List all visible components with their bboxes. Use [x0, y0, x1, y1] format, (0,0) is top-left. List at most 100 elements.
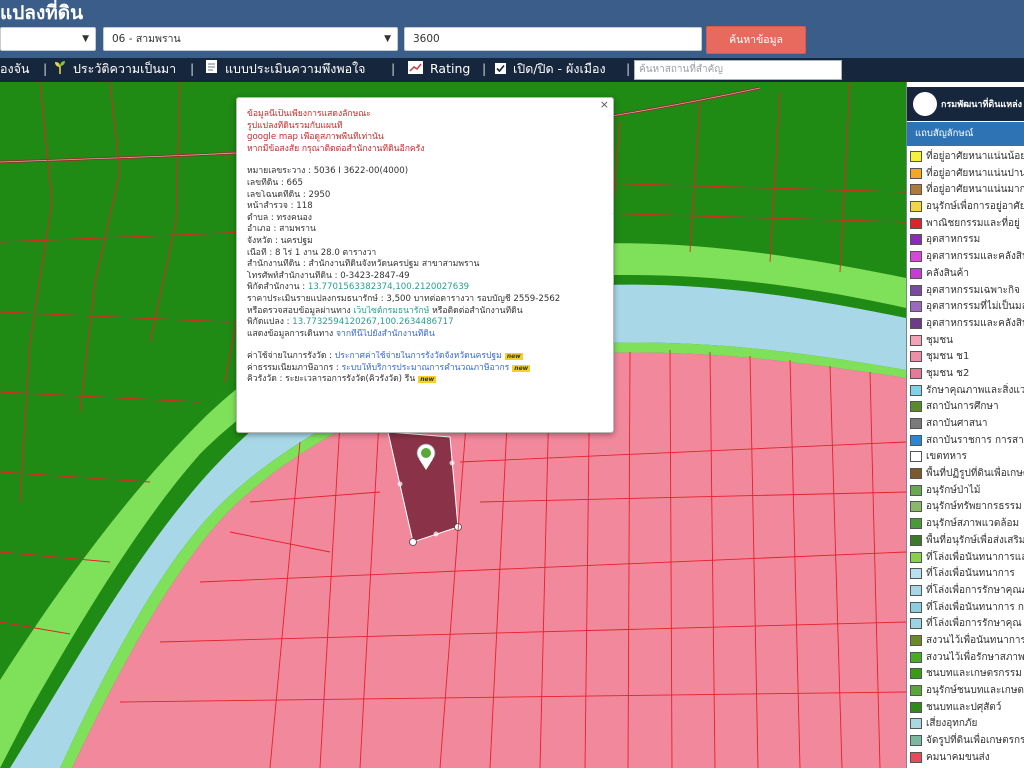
- survey-fee-link[interactable]: ประกาศค่าใช้จ่ายในการรังวัดจังหวัดนครปฐม: [335, 351, 502, 361]
- legend-swatch: [910, 484, 922, 496]
- new-badge: new: [512, 364, 531, 372]
- legend-label: สงวนไว้เพื่อรักษาสภาพ: [926, 651, 1024, 663]
- legend-label: พื้นที่ปฏิรูปที่ดินเพื่อเกษตร: [926, 468, 1024, 480]
- checkbox-checked-icon[interactable]: [495, 59, 506, 81]
- survey-fee-line: ค่าใช้จ่ายในการรังวัด : ประกาศค่าใช้จ่าย…: [247, 351, 603, 363]
- province-select[interactable]: ▼: [0, 27, 96, 51]
- legend-swatch: [910, 434, 922, 446]
- new-badge: new: [418, 376, 437, 384]
- legend-label: ที่โล่งเพื่อการรักษาคุณ: [926, 618, 1022, 630]
- appraisal-price: ราคาประเมินรายแปลงกรมธนารักษ์ : 3,500 บา…: [247, 293, 561, 304]
- detail-land-office: สำนักงานที่ดิน : สำนักงานที่ดินจังหวัดนค…: [247, 259, 480, 270]
- sprout-icon: [54, 59, 66, 81]
- verify-suffix: หรือติดต่อสำนักงานที่ดิน: [429, 305, 523, 316]
- legend-item: ชนบทและปศุสัตว์: [907, 700, 1024, 717]
- legend-item: ที่อยู่อาศัยหนาแน่นปาน: [907, 166, 1024, 183]
- legend-swatch: [910, 267, 922, 279]
- legend-label: อนุรักษ์สภาพแวดล้อม: [926, 518, 1020, 530]
- legend-item: ที่โล่งเพื่อการรักษาคุณ: [907, 616, 1024, 633]
- disclaimer-line: google map เพื่อดูสภาพพื้นที่เท่านั้น: [247, 132, 384, 143]
- detail-district: อำเภอ : สามพราน: [247, 224, 316, 235]
- legend-item: ชุมชน: [907, 333, 1024, 350]
- legend-swatch: [910, 534, 922, 546]
- legend-swatch: [910, 284, 922, 296]
- toolbar-item-partial[interactable]: องจัน: [0, 58, 29, 82]
- legend-swatch: [910, 735, 922, 747]
- legend-swatch: [910, 334, 922, 346]
- legend-item: อุตสาหกรรมและคลังสินค้า: [907, 316, 1024, 333]
- legend-swatch: [910, 468, 922, 480]
- tax-fee-line: ค่าธรรมเนียมภาษีอากร : ระบบให้บริการประม…: [247, 363, 603, 375]
- disclaimer-line: ข้อมูลนี้เป็นเพียงการแสดงลักษณะ: [247, 109, 371, 119]
- legend-label: ชุมชน: [926, 334, 954, 346]
- legend-swatch: [910, 351, 922, 363]
- treasury-website-link[interactable]: เว็บไซต์กรมธนารักษ์: [353, 306, 429, 316]
- legend-label: ที่อยู่อาศัยหนาแน่นปาน: [926, 167, 1024, 179]
- legend-item: สงวนไว้เพื่อรักษาสภาพ: [907, 650, 1024, 667]
- detail-province: จังหวัด : นครปฐม: [247, 235, 313, 246]
- legend-label: ที่อยู่อาศัยหนาแน่นน้อย: [926, 151, 1024, 162]
- legend-swatch: [910, 451, 922, 463]
- tax-fee-prefix: ค่าธรรมเนียมภาษีอากร :: [247, 362, 342, 373]
- legend-org-name: กรมพัฒนาที่ดินแหล่ง: [941, 100, 1023, 110]
- legend-swatch: [910, 301, 922, 313]
- legend-swatch: [910, 201, 922, 213]
- legend-item: ที่โล่งเพื่อการรักษาคุณภาพ: [907, 583, 1024, 600]
- legend-label: สงวนไว้เพื่อนันทนาการ: [926, 634, 1024, 646]
- legend-label: อนุรักษ์ป่าไม้: [926, 484, 981, 496]
- toolbar-item-rating[interactable]: Rating: [408, 58, 470, 82]
- legend-label: จัดรูปที่ดินเพื่อเกษตรกรรม: [926, 735, 1024, 747]
- legend-item: อนุรักษ์ทรัพยากรธรรม: [907, 499, 1024, 516]
- parcel-number-input[interactable]: 3600: [404, 27, 702, 51]
- survey-fee-prefix: ค่าใช้จ่ายในการรังวัด :: [247, 351, 335, 362]
- toolbar-item-history[interactable]: ประวัติความเป็นมา: [54, 58, 176, 82]
- route-prefix: แสดงข้อมูลการเดินทาง: [247, 328, 336, 339]
- legend-swatch: [910, 601, 922, 613]
- legend-label: อนุรักษ์เพื่อการอยู่อาศัย: [926, 201, 1024, 213]
- legend-item: รักษาคุณภาพและสิ่งแวดล้อม: [907, 383, 1024, 400]
- close-icon[interactable]: ×: [600, 98, 609, 111]
- legend-item: ที่โล่งเพื่อนันทนาการและ: [907, 550, 1024, 567]
- toolbar-divider: |: [626, 61, 631, 76]
- disclaimer-line: หากมีข้อสงสัย กรุณาติดต่อสำนักงานที่ดินอ…: [247, 143, 425, 154]
- legend-label: อุตสาหกรรมและคลังสินค้า: [926, 251, 1024, 263]
- legend-swatch: [910, 701, 922, 713]
- detail-office-phone: โทรศัพท์สำนักงานที่ดิน : 0-3423-2847-49: [247, 270, 410, 281]
- legend-swatch: [910, 317, 922, 329]
- office-coord-link[interactable]: 13.7701563382374,100.2120027639: [308, 282, 469, 292]
- chevron-down-icon: ▼: [82, 34, 89, 44]
- page-title: แปลงที่ดิน: [0, 2, 84, 24]
- legend-item: อนุรักษ์สภาพแวดล้อม: [907, 516, 1024, 533]
- toolbar-divider: |: [391, 61, 396, 76]
- legend-item: จัดรูปที่ดินเพื่อเกษตรกรรม: [907, 733, 1024, 750]
- legend-label: สถาบันการศึกษา: [926, 401, 999, 413]
- document-icon: [205, 59, 218, 81]
- app-window: แปลงที่ดิน ▼ 06 - สามพราน ▼ 3600 ค้นหาข้…: [0, 0, 1024, 768]
- legend-item: คลังสินค้า: [907, 266, 1024, 283]
- legend-item: อนุรักษ์เพื่อการอยู่อาศัย: [907, 199, 1024, 216]
- search-button[interactable]: ค้นหาข้อมูล: [706, 26, 806, 54]
- place-search-input[interactable]: ค้นหาสถานที่สำคัญ: [634, 60, 842, 80]
- legend-swatch: [910, 568, 922, 580]
- toolbar-item-zoning-toggle[interactable]: เปิด/ปิด - ผังเมือง: [495, 58, 606, 82]
- legend-item: ชุมชน ช2: [907, 366, 1024, 383]
- tax-fee-link[interactable]: ระบบให้บริการประมาณการคำนวณภาษีอากร: [342, 363, 510, 373]
- legend-item: ชุมชน ช1: [907, 349, 1024, 366]
- parcel-info-popup: × ข้อมูลนี้เป็นเพียงการแสดงลักษณะ รูปแปล…: [236, 97, 614, 433]
- legend-label: ชุมชน ช1: [926, 351, 970, 363]
- legend-label: ชนบทและเกษตรกรรม: [926, 668, 1022, 680]
- route-line: แสดงข้อมูลการเดินทาง จากที่นี่ไปยังสำนัก…: [247, 329, 603, 341]
- chevron-down-icon: ▼: [384, 34, 391, 44]
- toolbar-item-survey[interactable]: แบบประเมินความพึงพอใจ: [205, 58, 366, 82]
- legend-list: ที่อยู่อาศัยหนาแน่นน้อยที่อยู่อาศัยหนาแน…: [907, 149, 1024, 766]
- district-select[interactable]: 06 - สามพราน ▼: [103, 27, 398, 51]
- survey-queue-text[interactable]: คิวรังวัด : ระยะเวลารอการรังวัด(คิวรังวั…: [247, 374, 415, 384]
- parcel-coord-link[interactable]: 13.7732594120267,100.2634486717: [292, 317, 453, 327]
- route-link[interactable]: จากที่นี่ไปยังสำนักงานที่ดิน: [336, 329, 435, 339]
- legend-item: อุตสาหกรรมเฉพาะกิจ: [907, 283, 1024, 300]
- legend-label: อุตสาหกรรม: [926, 234, 981, 246]
- legend-item: อนุรักษ์ป่าไม้: [907, 483, 1024, 500]
- detail-land-number: เลขที่ดิน : 665: [247, 177, 303, 188]
- toolbar-divider: |: [482, 61, 487, 76]
- legend-item: เขตทหาร: [907, 449, 1024, 466]
